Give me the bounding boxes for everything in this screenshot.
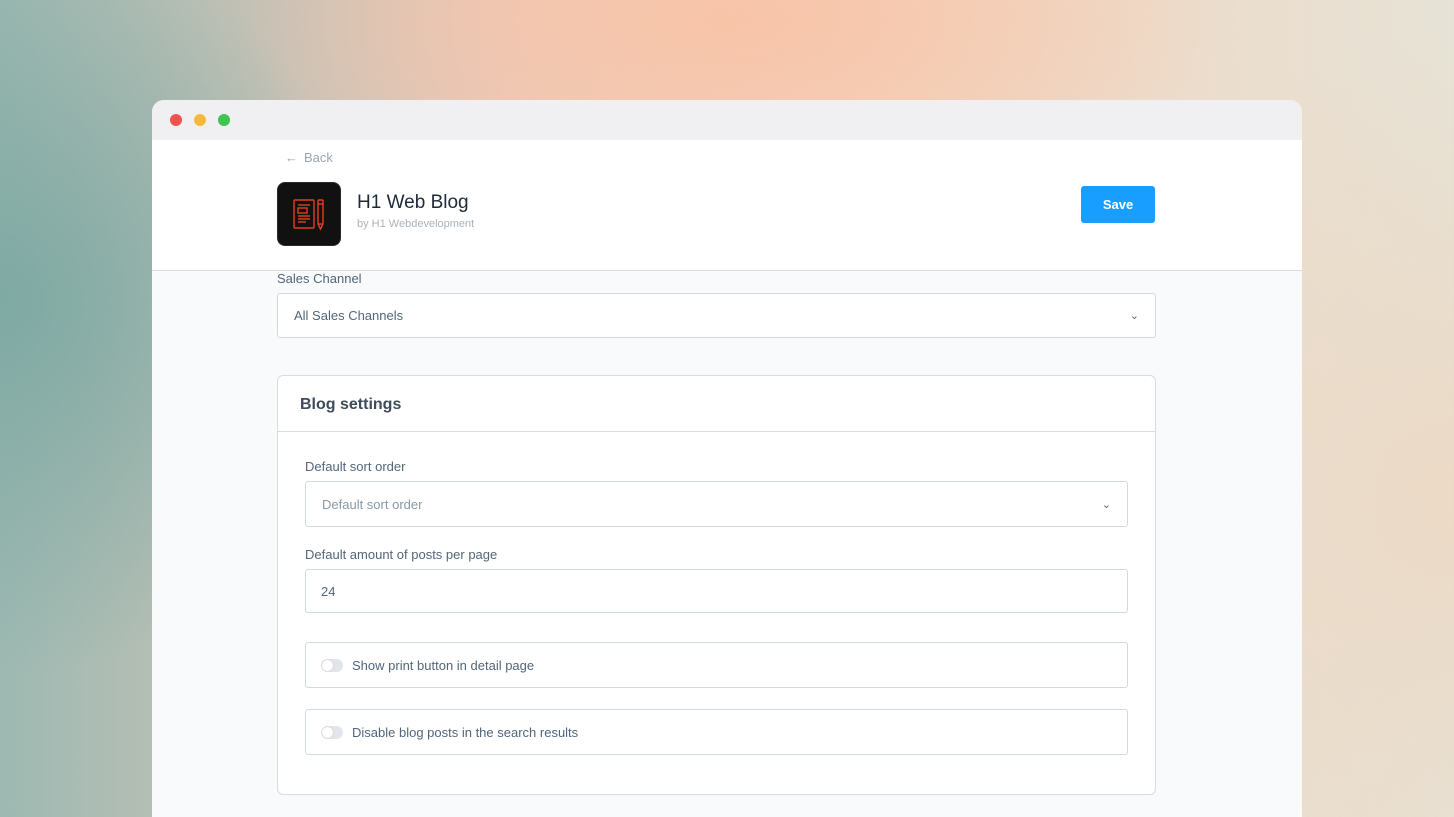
- save-button[interactable]: Save: [1081, 186, 1155, 223]
- search-results-toggle-label: Disable blog posts in the search results: [352, 724, 579, 740]
- search-results-toggle[interactable]: [321, 725, 343, 739]
- maximize-window-button[interactable]: [218, 114, 230, 126]
- blog-settings-card: Blog settings Default sort order Default…: [277, 375, 1156, 795]
- blog-settings-body: Default sort order Default sort order ⌄ …: [278, 432, 1155, 755]
- posts-per-page-value: 24: [321, 583, 336, 599]
- app-logo: [277, 182, 341, 246]
- close-window-button[interactable]: [170, 114, 182, 126]
- print-button-toggle[interactable]: [321, 658, 343, 672]
- arrow-left-icon: ←: [285, 150, 298, 165]
- print-button-toggle-row: Show print button in detail page: [305, 642, 1128, 688]
- blog-settings-title: Blog settings: [278, 376, 1155, 432]
- posts-per-page-label: Default amount of posts per page: [305, 547, 498, 562]
- chevron-down-icon: ⌄: [1129, 310, 1139, 322]
- back-link[interactable]: ← Back: [285, 150, 333, 165]
- sort-order-label: Default sort order: [305, 459, 406, 474]
- app-title: H1 Web Blog: [357, 192, 469, 213]
- app-header: ← Back H1 Web Blog by H1 Webdevelopment …: [152, 140, 1302, 271]
- posts-per-page-input[interactable]: 24: [305, 569, 1128, 613]
- back-label: Back: [304, 150, 333, 165]
- sales-channel-value: All Sales Channels: [294, 308, 404, 323]
- blog-document-icon: [293, 199, 324, 231]
- app-window: ← Back H1 Web Blog by H1 Webdevelopment …: [152, 100, 1302, 817]
- app-vendor: by H1 Webdevelopment: [357, 218, 475, 230]
- search-results-toggle-row: Disable blog posts in the search results: [305, 709, 1128, 755]
- sales-channel-label: Sales Channel: [277, 271, 362, 286]
- chevron-down-icon: ⌄: [1101, 498, 1111, 511]
- sort-order-select[interactable]: Default sort order ⌄: [305, 481, 1128, 527]
- minimize-window-button[interactable]: [194, 114, 206, 126]
- sales-channel-select[interactable]: All Sales Channels ⌄: [277, 293, 1156, 338]
- window-titlebar: [152, 100, 1302, 140]
- sort-order-placeholder: Default sort order: [322, 496, 423, 512]
- main-content: Sales Channel All Sales Channels ⌄ Blog …: [277, 271, 1156, 795]
- print-button-toggle-label: Show print button in detail page: [352, 657, 535, 673]
